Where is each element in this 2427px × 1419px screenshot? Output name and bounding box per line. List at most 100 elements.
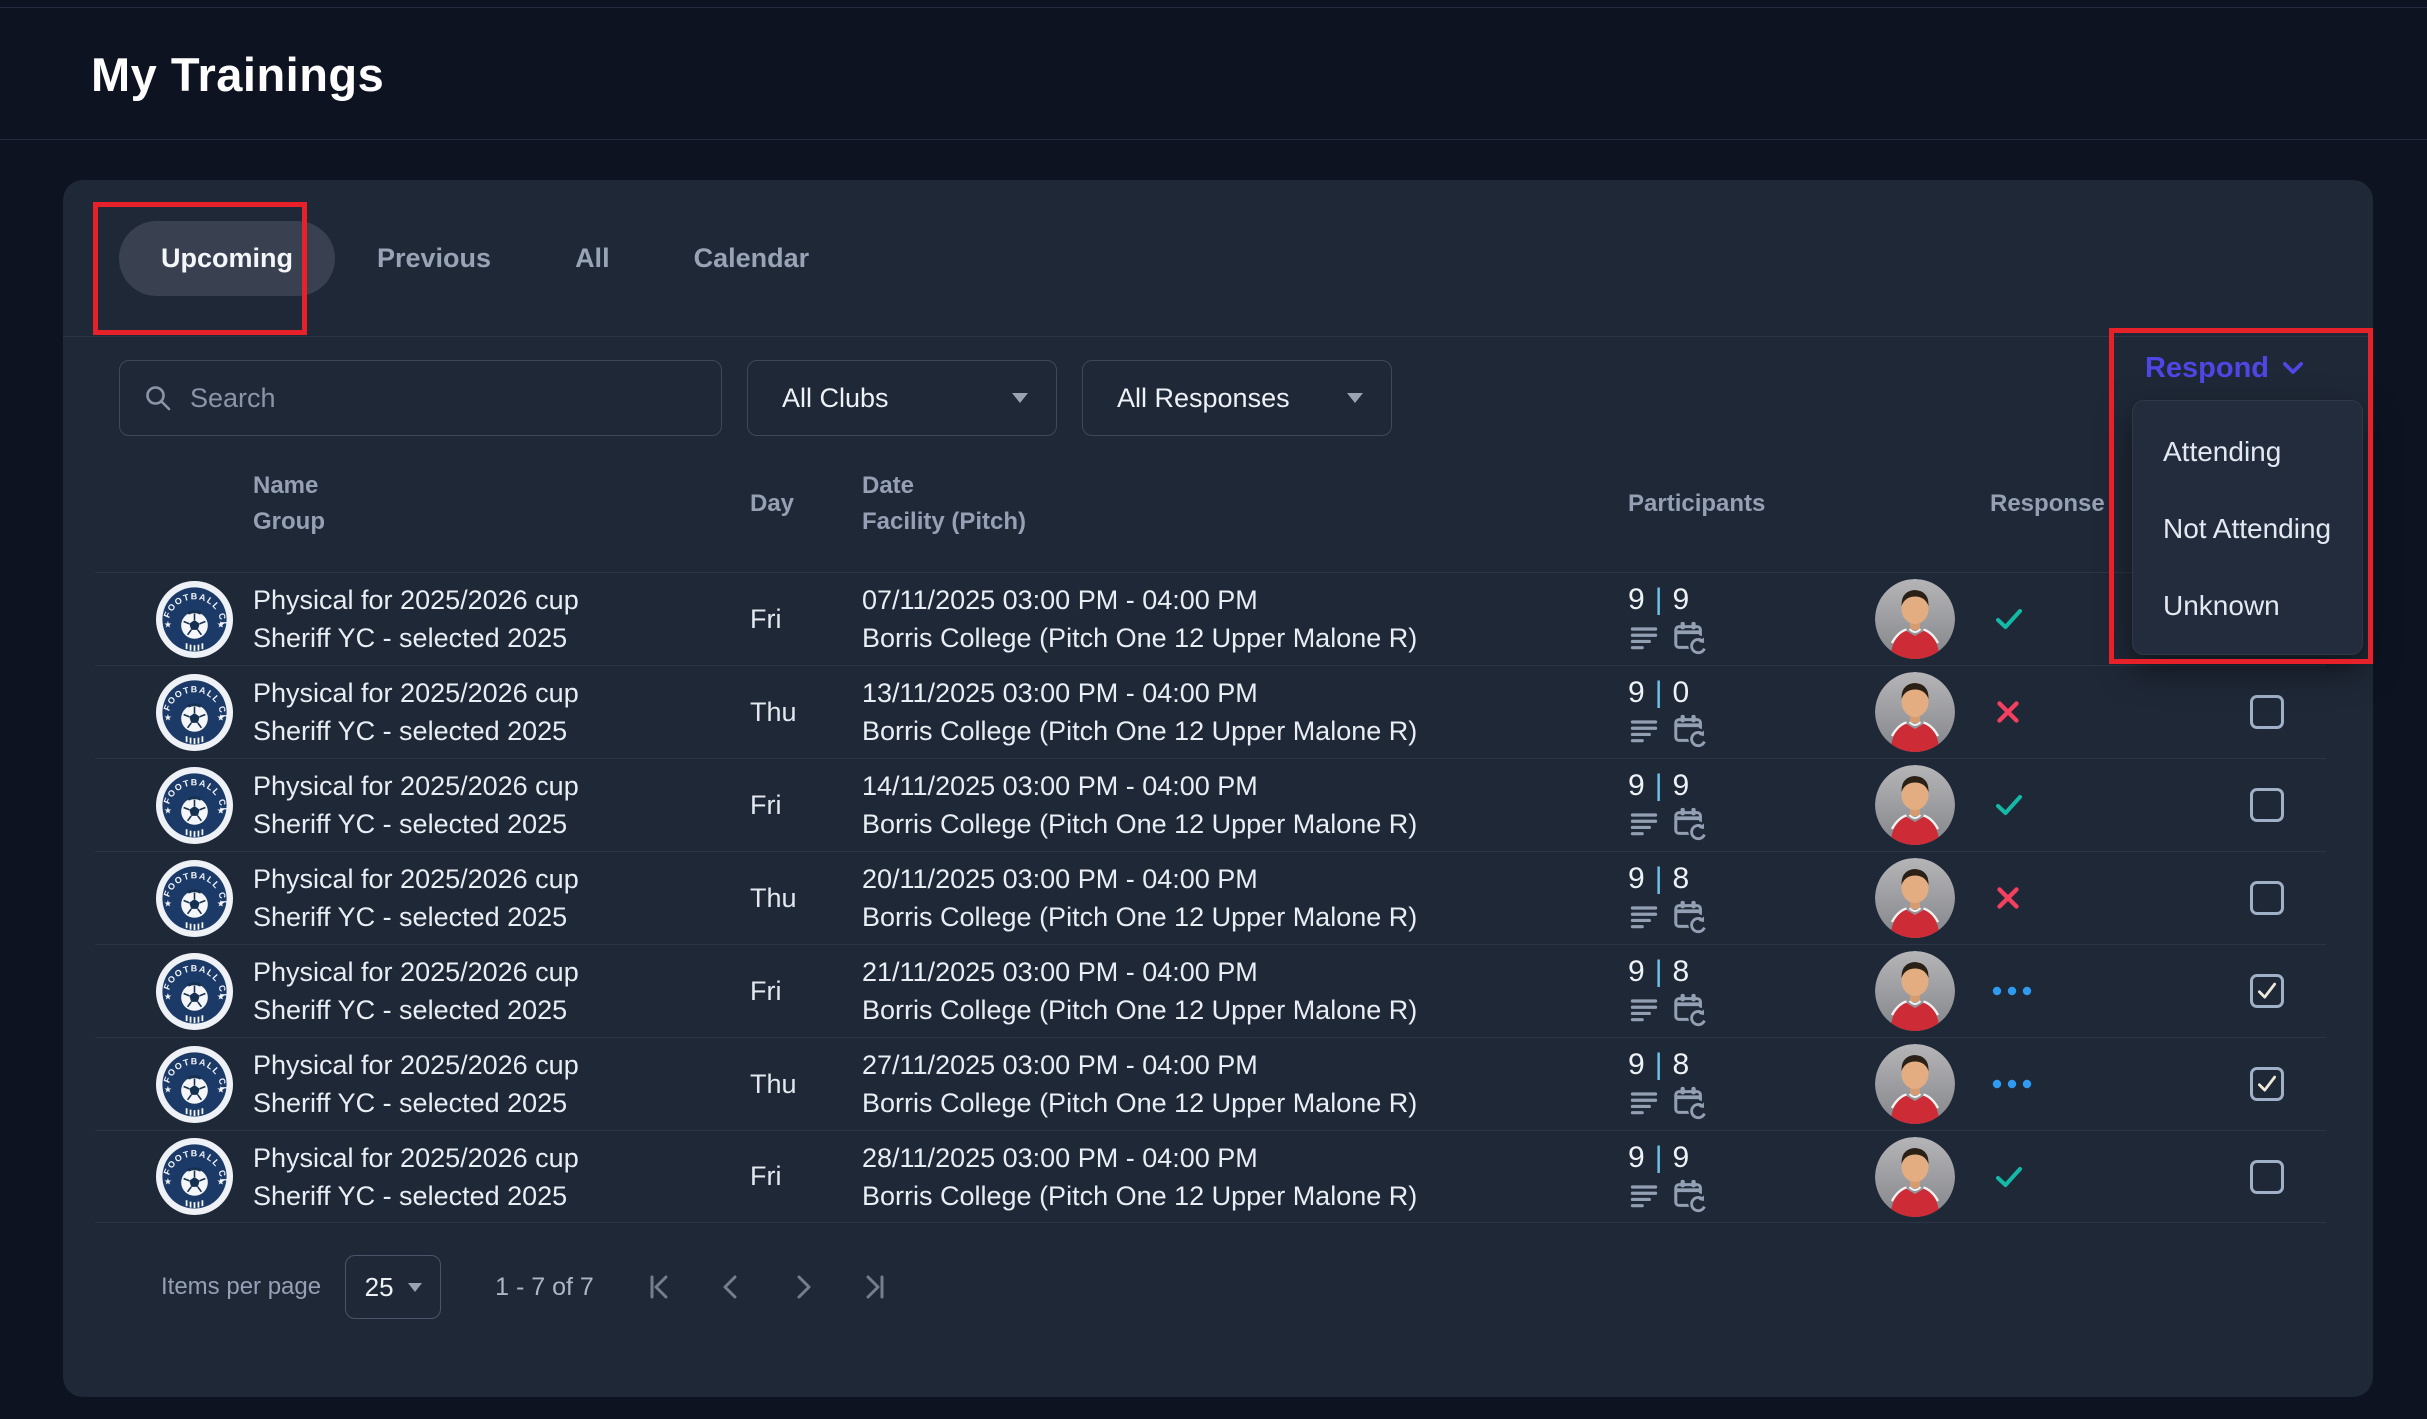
clubs-filter-select[interactable]: All Clubs [747, 360, 1057, 436]
next-page-button[interactable] [786, 1271, 820, 1303]
table-row[interactable]: FOOTBALL CLUB ★ ★ Physical for 2025/2026… [95, 851, 2326, 944]
tab-calendar[interactable]: Calendar [652, 221, 852, 296]
training-facility: Borris College (Pitch One 12 Upper Malon… [862, 619, 1625, 657]
first-page-icon [642, 1271, 676, 1303]
pagination-range: 1 - 7 of 7 [495, 1273, 594, 1302]
calendar-sync-button[interactable] [1672, 1084, 1708, 1120]
club-logo: FOOTBALL CLUB ★ ★ [155, 580, 234, 659]
participants-list-button[interactable] [1628, 1179, 1660, 1211]
first-page-button[interactable] [642, 1271, 676, 1303]
calendar-sync-button[interactable] [1672, 898, 1708, 934]
participants-list-button[interactable] [1628, 1086, 1660, 1118]
participants-total: 9 [1628, 676, 1645, 710]
list-lines-icon [1628, 621, 1660, 653]
filters-row: All Clubs All Responses [119, 360, 1392, 436]
calendar-sync-button[interactable] [1672, 712, 1708, 748]
row-checkbox[interactable] [2250, 788, 2284, 822]
calendar-sync-button[interactable] [1672, 1177, 1708, 1213]
training-group: Sheriff YC - selected 2025 [253, 1084, 750, 1122]
page-header: My Trainings [0, 9, 2427, 140]
participants-list-button[interactable] [1628, 621, 1660, 653]
tabs-row: UpcomingPreviousAllCalendar [63, 180, 2373, 337]
svg-text:★: ★ [164, 712, 172, 722]
list-lines-icon [1628, 993, 1660, 1025]
column-header-day: Day [750, 490, 855, 518]
calendar-sync-button[interactable] [1672, 619, 1708, 655]
menu-item-unknown[interactable]: Unknown [2133, 567, 2362, 644]
table-row[interactable]: FOOTBALL CLUB ★ ★ Physical for 2025/2026… [95, 665, 2326, 758]
training-datetime: 28/11/2025 03:00 PM - 04:00 PM [862, 1139, 1625, 1177]
calendar-sync-icon [1672, 1084, 1708, 1120]
training-name: Physical for 2025/2026 cup [253, 1046, 750, 1084]
participants-list-button[interactable] [1628, 714, 1660, 746]
row-checkbox[interactable] [2250, 881, 2284, 915]
svg-text:★: ★ [217, 619, 225, 629]
training-datetime: 14/11/2025 03:00 PM - 04:00 PM [862, 767, 1625, 805]
checkbox-check-icon [2254, 1071, 2280, 1097]
participants-list-button[interactable] [1628, 900, 1660, 932]
chevron-down-icon [1012, 393, 1028, 403]
items-per-page-select[interactable]: 25 [345, 1255, 441, 1319]
training-facility: Borris College (Pitch One 12 Upper Malon… [862, 805, 1625, 843]
trainings-table: Name Group Day Date Facility (Pitch) Par… [95, 436, 2326, 1223]
responses-filter-select[interactable]: All Responses [1082, 360, 1392, 436]
chevron-down-icon [2279, 354, 2307, 382]
training-name: Physical for 2025/2026 cup [253, 1139, 750, 1177]
svg-text:★: ★ [164, 898, 172, 908]
tab-upcoming[interactable]: Upcoming [119, 221, 335, 296]
table-row[interactable]: FOOTBALL CLUB ★ ★ Physical for 2025/2026… [95, 572, 2326, 665]
table-row[interactable]: FOOTBALL CLUB ★ ★ Physical for 2025/2026… [95, 1037, 2326, 1130]
search-box[interactable] [119, 360, 722, 436]
next-page-icon [786, 1271, 820, 1303]
tab-previous[interactable]: Previous [335, 221, 533, 296]
unknown-dots-icon [1990, 1074, 2034, 1094]
calendar-sync-button[interactable] [1672, 805, 1708, 841]
page-title: My Trainings [91, 47, 384, 102]
training-name: Physical for 2025/2026 cup [253, 581, 750, 619]
participants-total: 9 [1628, 955, 1645, 989]
participants-separator: | [1655, 769, 1663, 803]
menu-item-attending[interactable]: Attending [2133, 413, 2362, 490]
items-per-page-value: 25 [365, 1272, 394, 1303]
row-checkbox[interactable] [2250, 974, 2284, 1008]
club-logo: FOOTBALL CLUB ★ ★ [155, 952, 234, 1031]
participants-responded: 8 [1672, 955, 1689, 989]
row-checkbox[interactable] [2250, 1160, 2284, 1194]
player-avatar [1875, 858, 1955, 938]
table-row[interactable]: FOOTBALL CLUB ★ ★ Physical for 2025/2026… [95, 944, 2326, 1037]
previous-page-button[interactable] [714, 1271, 748, 1303]
table-row[interactable]: FOOTBALL CLUB ★ ★ Physical for 2025/2026… [95, 758, 2326, 851]
respond-button[interactable]: Respond [2145, 340, 2307, 396]
training-name: Physical for 2025/2026 cup [253, 767, 750, 805]
table-row[interactable]: FOOTBALL CLUB ★ ★ Physical for 2025/2026… [95, 1130, 2326, 1223]
player-avatar [1875, 672, 1955, 752]
pagination-bar: Items per page 25 1 - 7 of 7 [95, 1242, 2326, 1332]
training-facility: Borris College (Pitch One 12 Upper Malon… [862, 1084, 1625, 1122]
training-datetime: 07/11/2025 03:00 PM - 04:00 PM [862, 581, 1625, 619]
column-header-name: Name [253, 468, 750, 504]
calendar-sync-button[interactable] [1672, 991, 1708, 1027]
last-page-button[interactable] [858, 1271, 892, 1303]
search-input[interactable] [190, 383, 721, 414]
chevron-down-icon [408, 1283, 422, 1292]
calendar-sync-icon [1672, 1177, 1708, 1213]
player-avatar [1875, 1044, 1955, 1124]
training-name: Physical for 2025/2026 cup [253, 674, 750, 712]
table-body: FOOTBALL CLUB ★ ★ Physical for 2025/2026… [95, 572, 2326, 1223]
calendar-sync-icon [1672, 805, 1708, 841]
menu-item-not-attending[interactable]: Not Attending [2133, 490, 2362, 567]
not-attending-x-icon [1990, 694, 2026, 730]
tab-all[interactable]: All [533, 221, 652, 296]
participants-separator: | [1655, 862, 1663, 896]
player-avatar [1875, 765, 1955, 845]
training-group: Sheriff YC - selected 2025 [253, 898, 750, 936]
row-checkbox[interactable] [2250, 1067, 2284, 1101]
participants-separator: | [1655, 1048, 1663, 1082]
column-header-group: Group [253, 504, 750, 540]
row-checkbox[interactable] [2250, 695, 2284, 729]
list-lines-icon [1628, 900, 1660, 932]
participants-list-button[interactable] [1628, 807, 1660, 839]
participants-list-button[interactable] [1628, 993, 1660, 1025]
training-day: Fri [750, 604, 855, 635]
search-icon [142, 382, 174, 414]
